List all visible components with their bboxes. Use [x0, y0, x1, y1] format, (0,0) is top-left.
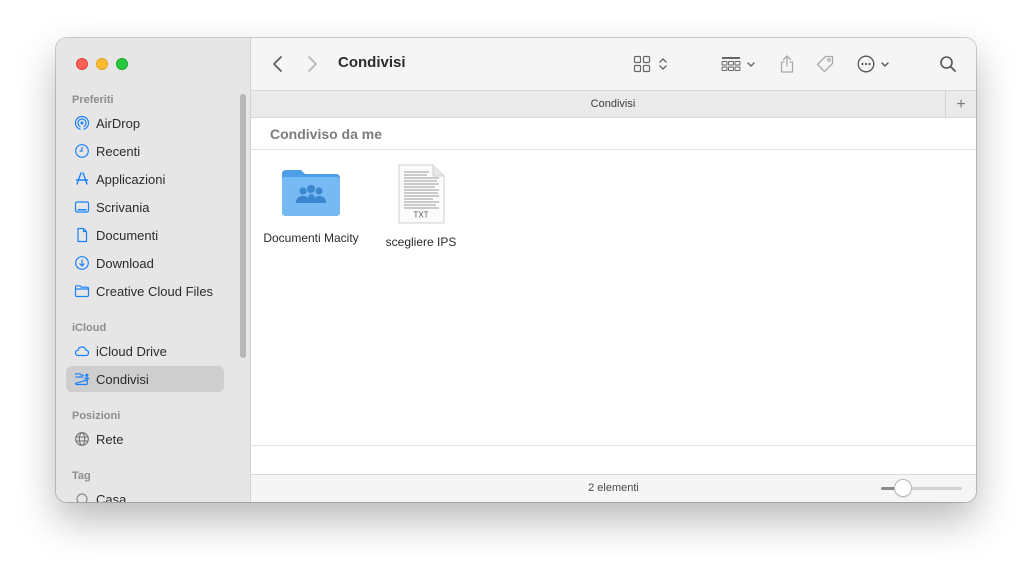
- sidebar-item-scrivania[interactable]: Scrivania: [66, 194, 224, 220]
- zoom-button[interactable]: [116, 58, 128, 70]
- chevron-right-icon: [308, 56, 317, 72]
- tag-button[interactable]: [815, 52, 835, 76]
- document-icon: [74, 227, 90, 243]
- tab-bar: Condivisi +: [251, 90, 976, 118]
- group-by-icon: [721, 57, 741, 71]
- sidebar-section-favorites: Preferiti: [72, 94, 114, 106]
- sidebar-item-label: Casa: [96, 491, 127, 503]
- sidebar-item-label: Rete: [96, 431, 124, 447]
- close-button[interactable]: [76, 58, 88, 70]
- airdrop-icon: [74, 115, 90, 131]
- sidebar-item-airdrop[interactable]: AirDrop: [66, 110, 224, 136]
- search-button[interactable]: [939, 52, 957, 76]
- tag-icon: [816, 55, 834, 73]
- item-count: 2 elementi: [588, 482, 639, 494]
- sidebar-item-label: Condivisi: [96, 371, 149, 387]
- view-mode-button[interactable]: [633, 52, 669, 76]
- file-item-documenti-macity[interactable]: Documenti Macity: [251, 164, 371, 245]
- file-name: Documenti Macity: [263, 231, 359, 245]
- chevron-down-icon: [881, 62, 889, 67]
- file-item-scegliere-ips[interactable]: TXT scegliere IPS: [361, 164, 481, 249]
- sidebar-item-label: Download: [96, 255, 154, 271]
- shared-folder-icon: [282, 170, 340, 216]
- chevron-updown-icon: [659, 58, 667, 70]
- sidebar-scrollbar[interactable]: [240, 94, 246, 358]
- minimize-button[interactable]: [96, 58, 108, 70]
- back-button[interactable]: [271, 52, 285, 76]
- tag-circle-icon: [74, 491, 90, 502]
- search-icon: [940, 56, 956, 72]
- sidebar-item-documenti[interactable]: Documenti: [66, 222, 224, 248]
- forward-button[interactable]: [305, 52, 319, 76]
- cloud-icon: [74, 343, 90, 359]
- sidebar: Preferiti AirDrop Recenti Applicazioni S…: [56, 38, 251, 502]
- grid-view-icon: [633, 55, 651, 73]
- sidebar-item-label: Creative Cloud Files: [96, 283, 214, 299]
- sidebar-item-casa[interactable]: Casa: [66, 486, 224, 502]
- finder-window: Preferiti AirDrop Recenti Applicazioni S…: [56, 38, 976, 502]
- chevron-left-icon: [273, 56, 282, 72]
- toolbar: Condivisi: [251, 38, 976, 90]
- clock-icon: [74, 143, 90, 159]
- applications-icon: [74, 171, 90, 187]
- sidebar-item-icloud-drive[interactable]: iCloud Drive: [66, 338, 224, 364]
- sidebar-item-label: Applicazioni: [96, 171, 166, 187]
- sidebar-section-locations: Posizioni: [72, 410, 121, 422]
- icon-size-slider-knob[interactable]: [894, 480, 911, 496]
- window-controls: [76, 58, 128, 70]
- sidebar-item-label: Documenti: [96, 227, 159, 243]
- more-actions-button[interactable]: [856, 52, 890, 76]
- group-header-label: Condiviso da me: [270, 126, 383, 142]
- file-name: scegliere IPS: [385, 235, 457, 249]
- globe-icon: [74, 431, 90, 447]
- sidebar-section-icloud: iCloud: [72, 322, 107, 334]
- sidebar-item-recenti[interactable]: Recenti: [66, 138, 224, 164]
- sidebar-item-label: AirDrop: [96, 115, 141, 131]
- sidebar-item-creative-cloud-files[interactable]: Creative Cloud Files: [66, 278, 224, 304]
- sidebar-item-applicazioni[interactable]: Applicazioni: [66, 166, 224, 192]
- main-pane: Condivisi Condivisi + Condiviso da me Do…: [251, 38, 976, 502]
- group-button[interactable]: [721, 52, 756, 76]
- txt-file-icon: TXT: [398, 164, 445, 224]
- share-button[interactable]: [778, 52, 796, 76]
- sidebar-section-tags: Tag: [72, 470, 91, 482]
- download-icon: [74, 255, 90, 271]
- shared-folder-icon: [74, 371, 90, 387]
- tab-condivisi[interactable]: Condivisi: [251, 98, 975, 110]
- content-divider: [251, 445, 976, 446]
- desktop-icon: [74, 199, 90, 215]
- sidebar-item-label: iCloud Drive: [96, 343, 167, 359]
- file-type-badge: TXT: [413, 211, 428, 220]
- status-bar: 2 elementi: [251, 474, 976, 502]
- group-header: Condiviso da me: [251, 118, 976, 150]
- ellipsis-circle-icon: [857, 55, 875, 73]
- folder-icon: [74, 283, 90, 299]
- sidebar-item-download[interactable]: Download: [66, 250, 224, 276]
- sidebar-item-rete[interactable]: Rete: [66, 426, 224, 452]
- sidebar-item-label: Recenti: [96, 143, 141, 159]
- new-tab-button[interactable]: +: [945, 91, 976, 118]
- sidebar-item-condivisi[interactable]: Condivisi: [66, 366, 224, 392]
- share-icon: [780, 55, 794, 73]
- chevron-down-icon: [747, 62, 755, 67]
- sidebar-item-label: Scrivania: [96, 199, 150, 215]
- window-title: Condivisi: [338, 54, 406, 71]
